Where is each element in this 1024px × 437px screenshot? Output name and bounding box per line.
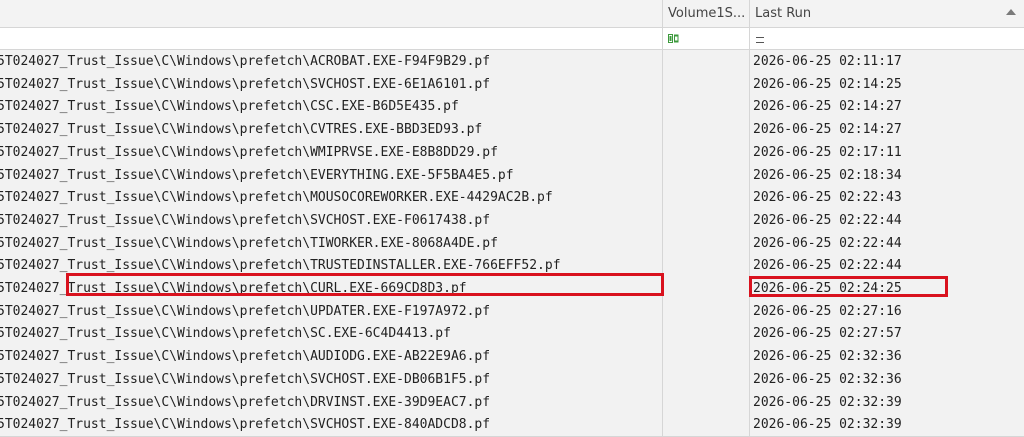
column-header-volume[interactable]: Volume1S...	[662, 0, 749, 27]
table-row[interactable]: 5T024027_Trust_Issue\C\Windows\prefetch\…	[0, 299, 1024, 324]
table-row[interactable]: 5T024027_Trust_Issue\C\Windows\prefetch\…	[0, 95, 1024, 120]
cell-volume[interactable]	[662, 208, 749, 232]
cell-volume[interactable]	[662, 367, 749, 391]
cell-last-run[interactable]: 2026-06-25 02:22:44	[749, 231, 1024, 255]
table-row[interactable]: 5T024027_Trust_Issue\C\Windows\prefetch\…	[0, 72, 1024, 97]
cell-last-run[interactable]: 2026-06-25 02:32:36	[749, 345, 1024, 369]
cell-volume[interactable]	[662, 140, 749, 164]
cell-last-run[interactable]: 2026-06-25 02:27:57	[749, 322, 1024, 346]
table-row[interactable]: 5T024027_Trust_Issue\C\Windows\prefetch\…	[0, 163, 1024, 188]
table-row[interactable]: 5T024027_Trust_Issue\C\Windows\prefetch\…	[0, 231, 1024, 256]
cell-volume[interactable]	[662, 95, 749, 119]
cell-source-file[interactable]: 5T024027_Trust_Issue\C\Windows\prefetch\…	[0, 300, 662, 323]
table-row[interactable]: 5T024027_Trust_Issue\C\Windows\prefetch\…	[0, 390, 1024, 415]
cell-last-run[interactable]: 2026-06-25 02:32:36	[749, 367, 1024, 391]
cell-volume[interactable]	[662, 390, 749, 414]
column-header-last-run-label: Last Run	[755, 6, 812, 21]
cell-source-file[interactable]: 5T024027_Trust_Issue\C\Windows\prefetch\…	[0, 345, 662, 368]
cell-source-file[interactable]: 5T024027_Trust_Issue\C\Windows\prefetch\…	[0, 95, 662, 118]
cell-last-run[interactable]: 2026-06-25 02:17:11	[749, 140, 1024, 164]
cell-volume[interactable]	[662, 322, 749, 346]
cell-last-run[interactable]: 2026-06-25 02:24:25	[749, 277, 1024, 300]
cell-last-run[interactable]: 2026-06-25 02:18:34	[749, 163, 1024, 187]
table-row[interactable]: 5T024027_Trust_Issue\C\Windows\prefetch\…	[0, 140, 1024, 165]
cell-last-run[interactable]: 2026-06-25 02:27:16	[749, 299, 1024, 323]
cell-volume[interactable]	[662, 345, 749, 369]
column-header-row: Volume1S... Last Run	[0, 0, 1024, 28]
cell-source-file[interactable]: 5T024027_Trust_Issue\C\Windows\prefetch\…	[0, 254, 662, 277]
filter-cell-last-run[interactable]	[749, 28, 1024, 49]
cell-volume[interactable]	[662, 50, 749, 73]
cell-source-file[interactable]: 5T024027_Trust_Issue\C\Windows\prefetch\…	[0, 413, 662, 436]
cell-last-run[interactable]: 2026-06-25 02:11:17	[749, 50, 1024, 73]
cell-volume[interactable]	[662, 186, 749, 210]
sort-ascending-icon[interactable]	[1006, 9, 1016, 15]
cell-last-run[interactable]: 2026-06-25 02:32:39	[749, 390, 1024, 414]
cell-last-run[interactable]: 2026-06-25 02:32:39	[749, 413, 1024, 437]
cell-volume[interactable]	[662, 299, 749, 323]
cell-last-run[interactable]: 2026-06-25 02:22:43	[749, 186, 1024, 210]
cell-source-file[interactable]: 5T024027_Trust_Issue\C\Windows\prefetch\…	[0, 164, 662, 187]
cell-source-file[interactable]: 5T024027_Trust_Issue\C\Windows\prefetch\…	[0, 391, 662, 414]
cell-source-file[interactable]: 5T024027_Trust_Issue\C\Windows\prefetch\…	[0, 73, 662, 96]
cell-source-file[interactable]: 5T024027_Trust_Issue\C\Windows\prefetch\…	[0, 232, 662, 255]
filter-cell-source-file[interactable]	[0, 28, 662, 49]
cell-volume[interactable]	[662, 277, 749, 300]
cell-last-run[interactable]: 2026-06-25 02:14:27	[749, 118, 1024, 142]
filter-contains-icon[interactable]	[668, 34, 679, 43]
cell-source-file[interactable]: 5T024027_Trust_Issue\C\Windows\prefetch\…	[0, 50, 662, 73]
filter-cell-volume[interactable]	[662, 28, 749, 49]
column-header-source-file[interactable]	[0, 0, 662, 27]
cell-volume[interactable]	[662, 413, 749, 437]
cell-source-file[interactable]: 5T024027_Trust_Issue\C\Windows\prefetch\…	[0, 322, 662, 345]
filter-row	[0, 28, 1024, 50]
cell-source-file[interactable]: 5T024027_Trust_Issue\C\Windows\prefetch\…	[0, 209, 662, 232]
cell-last-run[interactable]: 2026-06-25 02:22:44	[749, 254, 1024, 278]
cell-source-file[interactable]: 5T024027_Trust_Issue\C\Windows\prefetch\…	[0, 141, 662, 164]
table-row[interactable]: 5T024027_Trust_Issue\C\Windows\prefetch\…	[0, 186, 1024, 211]
table-row[interactable]: 5T024027_Trust_Issue\C\Windows\prefetch\…	[0, 50, 1024, 74]
table-row[interactable]: 5T024027_Trust_Issue\C\Windows\prefetch\…	[0, 413, 1024, 437]
table-row[interactable]: 5T024027_Trust_Issue\C\Windows\prefetch\…	[0, 345, 1024, 370]
cell-volume[interactable]	[662, 163, 749, 187]
cell-source-file[interactable]: 5T024027_Trust_Issue\C\Windows\prefetch\…	[0, 118, 662, 141]
cell-last-run[interactable]: 2026-06-25 02:14:27	[749, 95, 1024, 119]
cell-source-file[interactable]: 5T024027_Trust_Issue\C\Windows\prefetch\…	[0, 368, 662, 391]
column-header-last-run[interactable]: Last Run	[749, 0, 1024, 27]
table-row[interactable]: 5T024027_Trust_Issue\C\Windows\prefetch\…	[0, 322, 1024, 347]
filter-equals-icon[interactable]	[756, 37, 764, 43]
cell-volume[interactable]	[662, 254, 749, 278]
cell-volume[interactable]	[662, 118, 749, 142]
cell-source-file[interactable]: 5T024027_Trust_Issue\C\Windows\prefetch\…	[0, 186, 662, 209]
data-grid: Volume1S... Last Run 5T024027_Trust_Issu…	[0, 0, 1024, 437]
table-row[interactable]: 5T024027_Trust_Issue\C\Windows\prefetch\…	[0, 367, 1024, 392]
cell-last-run[interactable]: 2026-06-25 02:14:25	[749, 72, 1024, 96]
cell-volume[interactable]	[662, 231, 749, 255]
cell-volume[interactable]	[662, 72, 749, 96]
table-row[interactable]: 5T024027_Trust_Issue\C\Windows\prefetch\…	[0, 277, 1024, 301]
table-row[interactable]: 5T024027_Trust_Issue\C\Windows\prefetch\…	[0, 118, 1024, 143]
cell-source-file[interactable]: 5T024027_Trust_Issue\C\Windows\prefetch\…	[0, 277, 662, 300]
table-row[interactable]: 5T024027_Trust_Issue\C\Windows\prefetch\…	[0, 254, 1024, 279]
cell-last-run[interactable]: 2026-06-25 02:22:44	[749, 208, 1024, 232]
table-row[interactable]: 5T024027_Trust_Issue\C\Windows\prefetch\…	[0, 208, 1024, 233]
